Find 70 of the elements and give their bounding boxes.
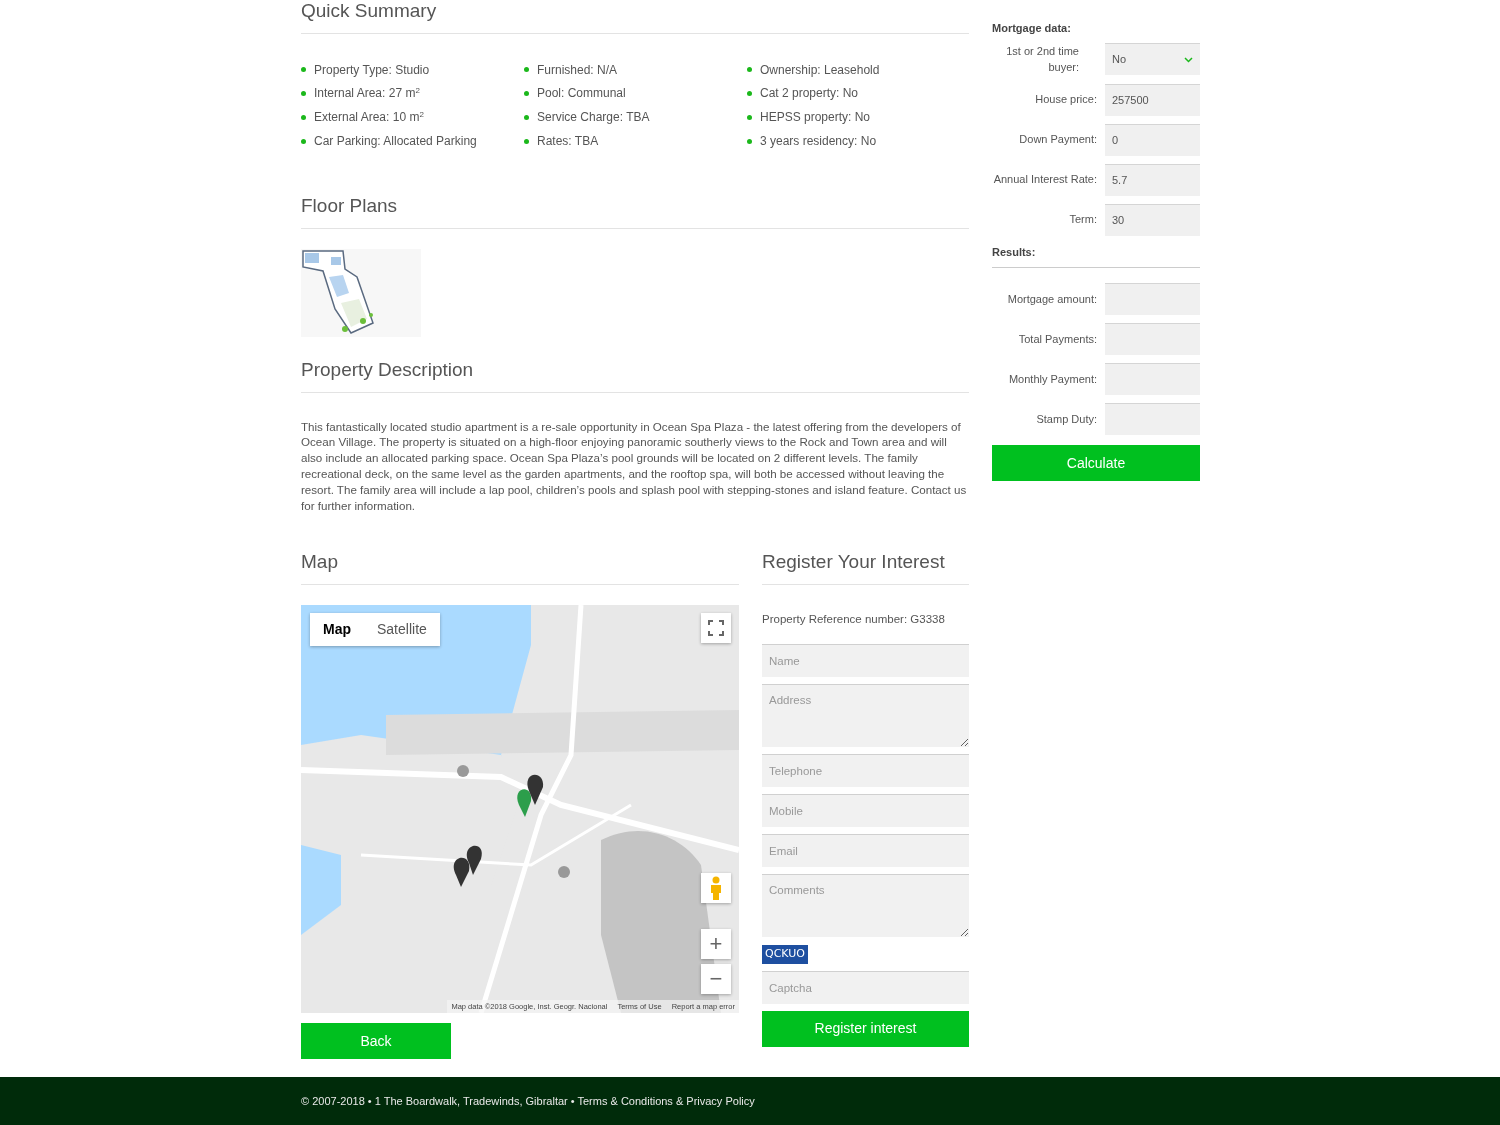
bullet-icon <box>524 114 529 120</box>
input-field[interactable]: Mobile <box>762 794 969 828</box>
section-heading: Map <box>301 551 739 586</box>
reference-number: Property Reference number: G3338 <box>762 612 946 628</box>
summary-item: External Area: 10 m$^{2}$ <box>314 109 424 127</box>
form-heading: Mortgage data: <box>992 21 1072 36</box>
section-heading: Quick Summary <box>301 0 969 34</box>
input-field[interactable]: Name <box>762 644 969 678</box>
field-label: Stamp Duty: <box>1035 411 1097 427</box>
fullscreen-button[interactable] <box>701 613 731 644</box>
section-heading: Register Your Interest <box>762 551 969 586</box>
bullet-icon <box>301 91 306 96</box>
text-area[interactable]: Address <box>762 684 969 748</box>
section-heading: Floor Plans <box>301 195 969 229</box>
property-description: This fantastically located studio apartment is a re-sale opportunity in Ocean Spa Plaza - the latest offering from the developers of Ocean Village. The property is situated on a high-floor enjoying panoramic southerly views to the Rock and Town area and will also include an allocated parking space. Ocean Spa Plaza’s pool grounds will be located on 2 different levels. The family recreational deck, on the same level as the garden apartments, and the rooftop spa, will both be accessed without leaving the resort. The family area will include a lap pool, children’s pools and splash pool with stepping-stones and island feature. Contact us for further information. <box>301 418 968 514</box>
select-field[interactable]: No <box>1105 43 1200 75</box>
bullet-icon <box>747 114 752 120</box>
summary-item: Internal Area: 27 m$^{2}$ <box>314 85 420 103</box>
summary-item: Cat 2 property: No <box>760 85 859 103</box>
fullscreen-icon <box>708 620 724 637</box>
bullet-icon <box>301 138 306 144</box>
bullet-icon <box>747 138 752 144</box>
summary-item: Car Parking: Allocated Parking <box>314 133 477 151</box>
zoom-in-button[interactable]: + <box>701 929 731 960</box>
output-field[interactable] <box>1105 283 1200 315</box>
results-heading: Results: <box>992 243 1200 268</box>
input-field[interactable]: Captcha <box>762 970 969 1004</box>
person-icon <box>709 876 723 901</box>
bullet-icon <box>301 67 306 73</box>
output-field[interactable] <box>1105 323 1200 355</box>
map-type-tab[interactable]: Map <box>310 613 364 647</box>
input-field[interactable]: 5.7 <box>1105 163 1200 196</box>
select-value: No <box>1112 52 1127 68</box>
field-label: Annual Interest Rate: <box>992 172 1097 188</box>
input-field[interactable]: Telephone <box>762 754 969 788</box>
bullet-icon <box>524 138 529 144</box>
input-field[interactable]: 0 <box>1105 123 1200 156</box>
captcha-image: QCKUO <box>762 945 808 964</box>
field-label: Mortgage amount: <box>1006 291 1097 307</box>
field-label: Down Payment: <box>1018 132 1097 148</box>
bullet-icon <box>747 67 752 73</box>
bullet-icon <box>524 91 529 96</box>
summary-item: Property Type: Studio <box>314 61 430 79</box>
summary-item: Furnished: N/A <box>537 61 618 79</box>
bullet-icon <box>747 91 752 96</box>
field-label: House price: <box>1034 92 1097 108</box>
input-field[interactable]: 257500 <box>1105 83 1200 116</box>
summary-item: Pool: Communal <box>537 85 626 103</box>
zoom-out-button[interactable]: − <box>701 964 731 995</box>
summary-item: HEPSS property: No <box>760 109 871 127</box>
street-view-button[interactable] <box>701 873 731 904</box>
summary-item: Service Charge: TBA <box>537 109 650 127</box>
field-label: Term: <box>1068 212 1097 228</box>
section-heading: Property Description <box>301 358 969 393</box>
field-label: Total Payments: <box>1017 331 1097 347</box>
bullet-icon <box>524 67 529 73</box>
field-label: 1st or 2nd time buyer: <box>1005 43 1080 75</box>
chevron-icon <box>1184 56 1193 63</box>
summary-item: Ownership: Leasehold <box>760 61 880 79</box>
text-area[interactable]: Comments <box>762 874 969 938</box>
input-field[interactable]: Email <box>762 834 969 868</box>
output-field[interactable] <box>1105 363 1200 395</box>
summary-item: Rates: TBA <box>537 133 599 151</box>
map-type-tab[interactable]: Satellite <box>364 613 440 647</box>
field-label: Monthly Payment: <box>1007 371 1097 387</box>
input-field[interactable]: 30 <box>1105 203 1200 236</box>
output-field[interactable] <box>1105 403 1200 435</box>
summary-item: 3 years residency: No <box>760 133 877 151</box>
footer-text: © 2007-2018 • 1 The Boardwalk, Tradewinds, Gibraltar • Terms & Conditions & Privacy Policy <box>301 1093 755 1109</box>
bullet-icon <box>301 114 306 120</box>
